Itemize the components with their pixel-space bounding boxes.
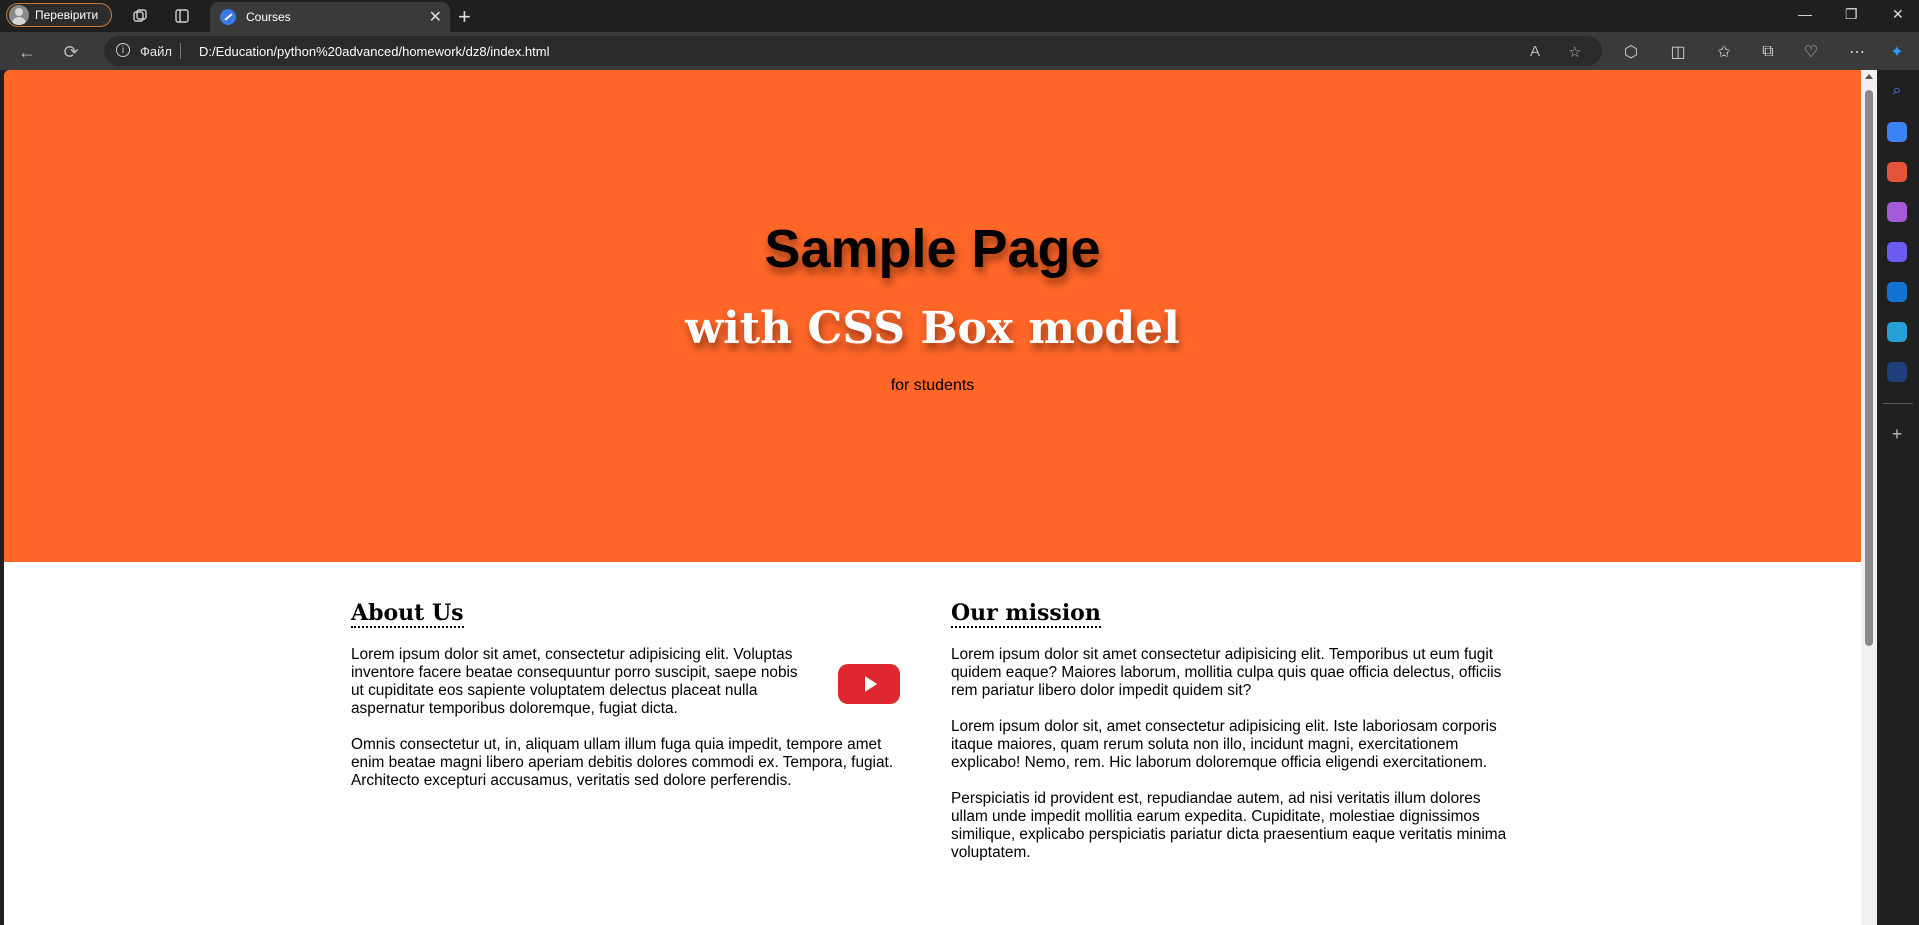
tab-favicon-icon <box>220 9 236 25</box>
back-icon[interactable]: ← <box>16 41 38 63</box>
page-title: Sample Page <box>764 219 1101 279</box>
restore-icon[interactable]: ❐ <box>1845 6 1858 23</box>
about-paragraph: Omnis consectetur ut, in, aliquam ullam … <box>351 736 894 789</box>
workspaces-icon[interactable] <box>130 6 150 26</box>
profile-label: Перевірити <box>35 8 99 22</box>
read-aloud-icon[interactable]: A <box>1530 43 1540 60</box>
avatar <box>9 5 29 25</box>
page-viewport: Sample Page with CSS Box model for stude… <box>4 70 1861 925</box>
favorites-icon[interactable]: ✩ <box>1713 41 1735 63</box>
search-icon[interactable]: ⌕ <box>1887 82 1907 102</box>
close-window-icon[interactable]: ✕ <box>1892 6 1904 23</box>
more-menu-icon[interactable]: ⋯ <box>1846 41 1868 63</box>
youtube-play-icon[interactable] <box>838 664 900 704</box>
info-icon[interactable]: i <box>116 43 130 57</box>
title-bar: Перевірити Courses ✕ + — ❐ ✕ <box>0 0 1919 32</box>
tab-courses[interactable]: Courses ✕ <box>210 2 450 32</box>
profile-button[interactable]: Перевірити <box>6 3 112 27</box>
hero-section: Sample Page with CSS Box model for stude… <box>4 70 1861 562</box>
tab-close-icon[interactable]: ✕ <box>429 7 442 27</box>
edge-sidebar: ⌕ + <box>1877 70 1919 925</box>
browser-toolbar: ← ⟳ i Файл D:/Education/python%20advance… <box>0 32 1919 70</box>
drop-icon[interactable] <box>1887 322 1907 342</box>
bing-icon[interactable] <box>1887 362 1907 382</box>
favorite-star-icon[interactable]: ☆ <box>1568 43 1581 61</box>
page-scrollbar[interactable] <box>1861 70 1877 925</box>
copilot-icon[interactable]: ✦ <box>1886 41 1908 63</box>
browser-essentials-icon[interactable]: ♡ <box>1800 41 1822 63</box>
scheme-label: Файл <box>140 44 172 59</box>
tab-title: Courses <box>246 10 291 24</box>
add-icon[interactable]: + <box>1887 424 1907 444</box>
scrollbar-thumb[interactable] <box>1865 90 1873 646</box>
mission-paragraph: Lorem ipsum dolor sit amet consectetur a… <box>951 646 1502 699</box>
hero-tagline: for students <box>890 377 975 394</box>
shopping-icon[interactable] <box>1887 122 1907 142</box>
page-subtitle: with CSS Box model <box>685 303 1180 354</box>
about-section: About Us Lorem ipsum dolor sit amet, con… <box>351 600 917 808</box>
address-separator <box>180 43 181 59</box>
scroll-up-icon[interactable] <box>1865 74 1873 79</box>
address-bar[interactable]: i Файл D:/Education/python%20advanced/ho… <box>104 36 1602 66</box>
sidebar-divider <box>1883 403 1913 404</box>
outlook-icon[interactable] <box>1887 282 1907 302</box>
reload-icon[interactable]: ⟳ <box>60 41 82 63</box>
new-tab-button[interactable]: + <box>458 4 471 30</box>
mission-paragraph: Lorem ipsum dolor sit, amet consectetur … <box>951 718 1497 771</box>
mission-section: Our mission Lorem ipsum dolor sit amet c… <box>951 600 1517 880</box>
microsoft365-icon[interactable] <box>1887 242 1907 262</box>
url-text[interactable]: D:/Education/python%20advanced/homework/… <box>199 44 550 59</box>
collections-icon[interactable]: ⧉ <box>1757 41 1779 63</box>
games-icon[interactable] <box>1887 202 1907 222</box>
extensions-icon[interactable]: ⬡ <box>1620 41 1642 63</box>
minimize-icon[interactable]: — <box>1798 6 1812 22</box>
vertical-tabs-icon[interactable] <box>172 6 192 26</box>
mission-paragraph: Perspiciatis id provident est, repudiand… <box>951 790 1507 861</box>
about-paragraph: Lorem ipsum dolor sit amet, consectetur … <box>351 646 798 717</box>
about-heading: About Us <box>351 600 464 628</box>
tools-icon[interactable] <box>1887 162 1907 182</box>
split-screen-icon[interactable]: ◫ <box>1667 41 1689 63</box>
mission-heading: Our mission <box>951 600 1101 628</box>
